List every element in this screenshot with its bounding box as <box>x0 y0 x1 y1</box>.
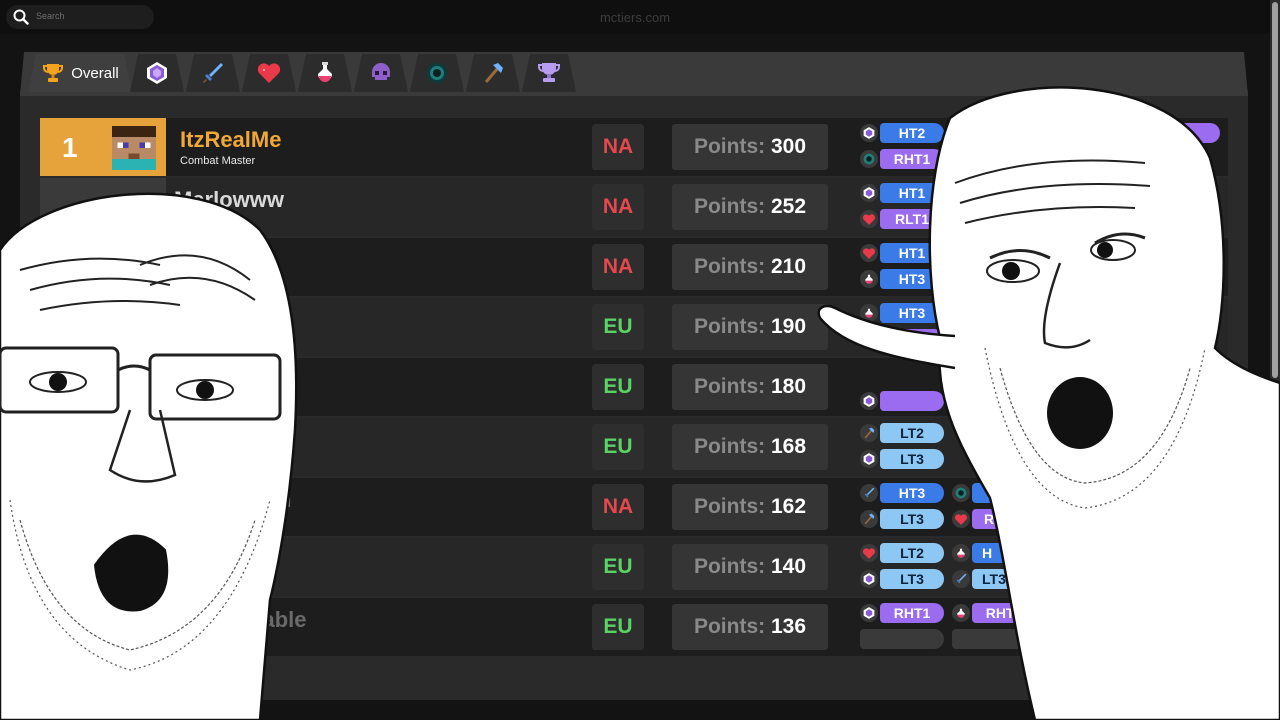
points-box: Points: 210 <box>672 244 828 290</box>
points-label: Points: <box>693 615 766 638</box>
rank-box: 1 <box>40 118 166 176</box>
points-value: 162 <box>770 495 807 518</box>
points-label: Points: <box>693 375 766 398</box>
tab-overall[interactable]: Overall <box>28 54 132 92</box>
left-wojak-image <box>0 192 298 720</box>
tab-skull[interactable] <box>354 54 408 92</box>
points-label: Points: <box>693 135 766 158</box>
points-box: Points: 252 <box>672 184 828 230</box>
skull-icon <box>368 60 394 86</box>
tab-cup[interactable] <box>522 54 576 92</box>
player-name[interactable]: ItzRealMe <box>180 127 281 153</box>
region-badge: EU <box>592 604 644 650</box>
points-label: Points: <box>693 315 766 338</box>
axe-icon <box>480 60 506 86</box>
tab-crystal[interactable] <box>130 54 184 92</box>
points-value: 252 <box>770 195 807 218</box>
points-box: Points: 300 <box>672 124 828 170</box>
tab-potion[interactable] <box>298 54 352 92</box>
region-badge: NA <box>592 244 644 290</box>
region-badge: EU <box>592 424 644 470</box>
points-value: 210 <box>770 255 807 278</box>
points-value: 300 <box>770 135 807 158</box>
points-value: 140 <box>770 555 807 578</box>
region-badge: NA <box>592 484 644 530</box>
tab-heart[interactable] <box>242 54 296 92</box>
right-wojak-image <box>817 86 1280 720</box>
region-badge: EU <box>592 364 644 410</box>
points-label: Points: <box>693 555 766 578</box>
region-badge: NA <box>592 124 644 170</box>
tab-sword[interactable] <box>186 54 240 92</box>
trophy-icon <box>41 61 65 85</box>
points-value: 180 <box>770 375 807 398</box>
tab-axe[interactable] <box>466 54 520 92</box>
points-box: Points: 190 <box>672 304 828 350</box>
points-label: Points: <box>693 195 766 218</box>
region-badge: NA <box>592 184 644 230</box>
tab-ender-pearl[interactable] <box>410 54 464 92</box>
top-bar: Search mctiers.com <box>0 0 1280 34</box>
ender-pearl-icon <box>424 60 450 86</box>
points-value: 168 <box>770 435 807 458</box>
tab-overall-label: Overall <box>71 64 119 82</box>
points-box: Points: 136 <box>672 604 828 650</box>
points-box: Points: 162 <box>672 484 828 530</box>
points-box: Points: 180 <box>672 364 828 410</box>
rank-number: 1 <box>62 132 78 163</box>
sword-icon <box>200 60 226 86</box>
crystal-icon <box>144 60 170 86</box>
heart-icon <box>256 61 282 85</box>
points-box: Points: 168 <box>672 424 828 470</box>
region-badge: EU <box>592 304 644 350</box>
points-value: 190 <box>770 315 807 338</box>
points-label: Points: <box>693 435 766 458</box>
player-title: Combat Master <box>180 155 256 167</box>
points-label: Points: <box>693 495 766 518</box>
points-box: Points: 140 <box>672 544 828 590</box>
points-label: Points: <box>693 255 766 278</box>
avatar <box>112 126 156 170</box>
site-title: mctiers.com <box>599 10 671 25</box>
points-value: 136 <box>770 615 807 638</box>
cup-icon <box>536 60 562 86</box>
region-badge: EU <box>592 544 644 590</box>
potion-icon <box>314 60 336 86</box>
